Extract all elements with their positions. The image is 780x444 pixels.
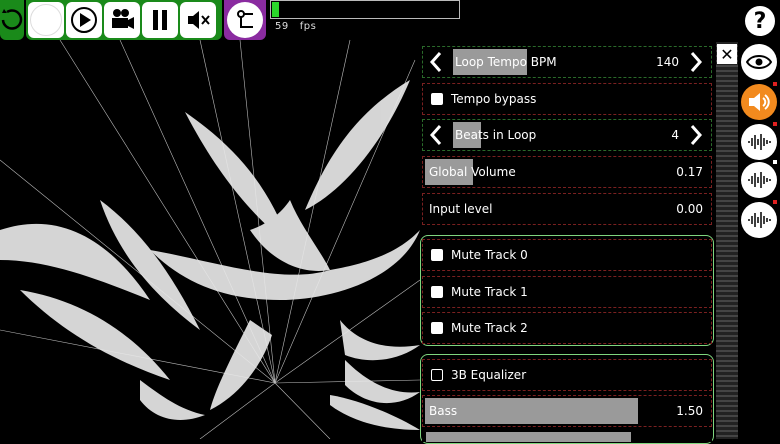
reset-icon [1,9,23,30]
record-button[interactable] [28,2,64,38]
mute-track-1-checkbox[interactable] [431,286,443,298]
chevron-left-icon[interactable] [425,47,447,77]
tempo-bypass-checkbox[interactable] [431,93,443,105]
mute-track-2-checkbox[interactable] [431,322,443,334]
mute-track-2-toggle[interactable]: Mute Track 2 [422,312,712,344]
mute-icon [188,11,210,29]
mute-track-2-label: Mute Track 2 [451,321,528,335]
waveform-icon [748,134,771,150]
speaker-icon [749,93,770,111]
equalizer-label: 3B Equalizer [451,368,527,382]
fps-readout: 59 fps [275,21,316,32]
mute-track-0-toggle[interactable]: Mute Track 0 [422,239,712,271]
global-volume-value: 0.17 [676,165,703,179]
settings-button[interactable] [224,0,266,40]
transport-toolbar [26,0,222,40]
status-dot [773,122,777,126]
help-icon: ? [753,8,767,34]
tempo-bypass-label: Tempo bypass [451,92,537,106]
close-icon: ✕ [720,44,734,64]
next-slider-partial [422,432,712,442]
fps-meter-fill [272,2,279,17]
video-camera-button[interactable] [104,2,140,38]
chevron-left-icon[interactable] [425,120,447,150]
status-dot [773,82,777,86]
track-waveform-button-1[interactable] [741,124,777,160]
status-dot [773,160,777,164]
waveform-icon [748,172,771,188]
help-button[interactable]: ? [745,6,775,36]
beats-in-loop-value: 4 [671,128,679,142]
close-button[interactable]: ✕ [717,44,737,64]
input-level-meter: Input level 0.00 [422,193,712,225]
chevron-right-icon[interactable] [685,120,707,150]
mute-track-0-checkbox[interactable] [431,249,443,261]
beats-in-loop-label: Beats in Loop [455,128,537,142]
global-volume-slider[interactable]: Global Volume 0.17 [422,156,712,188]
equalizer-toggle[interactable]: 3B Equalizer [422,359,712,391]
bass-value: 1.50 [676,404,703,418]
beats-in-loop-slider[interactable]: Beats in Loop 4 [422,119,712,151]
reset-button[interactable] [0,0,24,40]
fps-value: 59 [275,21,289,32]
pause-icon [153,10,167,30]
loop-tempo-value: 140 [656,55,679,69]
track-waveform-button-3[interactable] [741,202,777,238]
input-level-value: 0.00 [676,202,703,216]
settings-slider-icon [237,10,253,28]
mute-track-1-toggle[interactable]: Mute Track 1 [422,276,712,308]
play-icon [71,7,97,33]
status-dot [773,200,777,204]
play-button[interactable] [66,2,102,38]
mute-track-0-label: Mute Track 0 [451,248,528,262]
video-camera-icon [112,9,134,29]
fps-meter [270,0,460,19]
pause-button[interactable] [142,2,178,38]
tempo-bypass-toggle[interactable]: Tempo bypass [422,83,712,115]
mute-button[interactable] [180,2,216,38]
global-volume-label: Global Volume [429,165,516,179]
loop-tempo-label: Loop Tempo BPM [455,55,557,69]
eye-icon [746,55,772,69]
track-waveform-button-2[interactable] [741,162,777,198]
input-level-label: Input level [429,202,493,216]
equalizer-checkbox[interactable] [431,369,443,381]
waveform-icon [748,212,771,228]
eye-button[interactable] [741,44,777,80]
loop-tempo-slider[interactable]: Loop Tempo BPM 140 [422,46,712,78]
speaker-button[interactable] [741,84,777,120]
panel-scrollbar[interactable] [716,42,738,439]
bass-label: Bass [429,404,458,418]
record-circle-icon [30,4,62,36]
fps-unit: fps [299,21,317,32]
chevron-right-icon[interactable] [685,47,707,77]
bass-slider[interactable]: Bass 1.50 [422,395,712,427]
mute-track-1-label: Mute Track 1 [451,285,528,299]
